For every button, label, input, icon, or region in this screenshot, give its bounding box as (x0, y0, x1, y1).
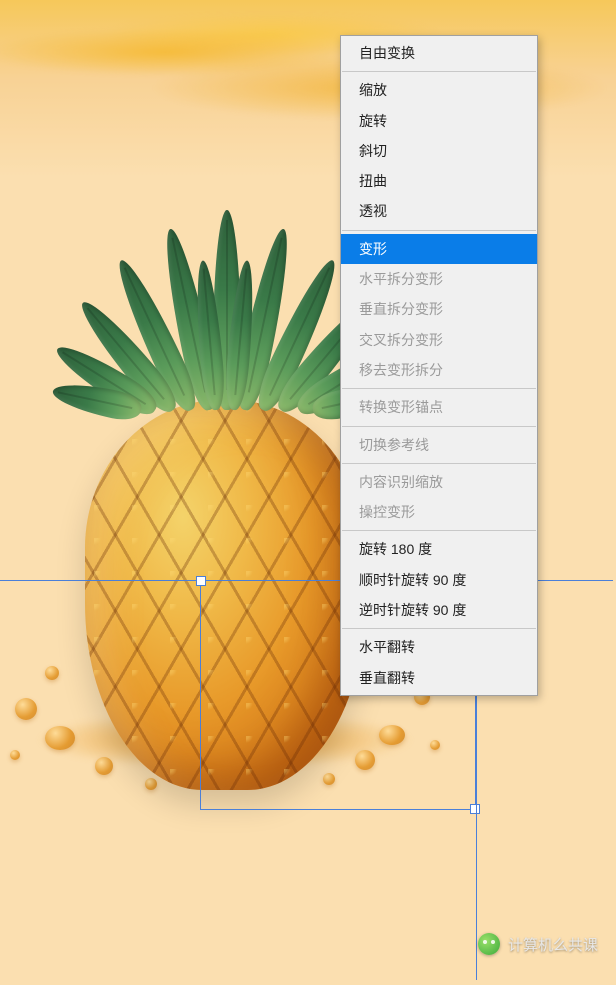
menu-rotate[interactable]: 旋转 (341, 106, 537, 136)
watermark: 计算机么共课 (478, 933, 598, 955)
transform-handle-right[interactable] (470, 804, 480, 814)
menu-distort[interactable]: 扭曲 (341, 166, 537, 196)
menu-rotate-180[interactable]: 旋转 180 度 (341, 534, 537, 564)
menu-rotate-cw-90[interactable]: 顺时针旋转 90 度 (341, 565, 537, 595)
menu-toggle-guides: 切换参考线 (341, 430, 537, 460)
wechat-icon (478, 933, 500, 955)
menu-split-warp-v: 垂直拆分变形 (341, 294, 537, 324)
pineapple-body (85, 400, 365, 790)
menu-separator (342, 530, 536, 531)
watermark-text: 计算机么共课 (508, 934, 598, 955)
menu-split-warp-cross: 交叉拆分变形 (341, 325, 537, 355)
menu-remove-warp-split: 移去变形拆分 (341, 355, 537, 385)
menu-separator (342, 463, 536, 464)
menu-separator (342, 628, 536, 629)
menu-flip-horizontal[interactable]: 水平翻转 (341, 632, 537, 662)
menu-perspective[interactable]: 透视 (341, 196, 537, 226)
menu-scale[interactable]: 缩放 (341, 75, 537, 105)
menu-puppet-warp: 操控变形 (341, 497, 537, 527)
menu-rotate-ccw-90[interactable]: 逆时针旋转 90 度 (341, 595, 537, 625)
menu-flip-vertical[interactable]: 垂直翻转 (341, 663, 537, 693)
menu-separator (342, 71, 536, 72)
pineapple-crown (65, 200, 385, 420)
menu-content-aware-scale: 内容识别缩放 (341, 467, 537, 497)
menu-separator (342, 388, 536, 389)
menu-separator (342, 230, 536, 231)
menu-warp[interactable]: 变形 (341, 234, 537, 264)
menu-convert-warp-anchor: 转换变形锚点 (341, 392, 537, 422)
transform-context-menu: 自由变换 缩放 旋转 斜切 扭曲 透视 变形 水平拆分变形 垂直拆分变形 交叉拆… (340, 35, 538, 696)
menu-free-transform[interactable]: 自由变换 (341, 38, 537, 68)
menu-separator (342, 426, 536, 427)
menu-split-warp-h: 水平拆分变形 (341, 264, 537, 294)
menu-skew[interactable]: 斜切 (341, 136, 537, 166)
